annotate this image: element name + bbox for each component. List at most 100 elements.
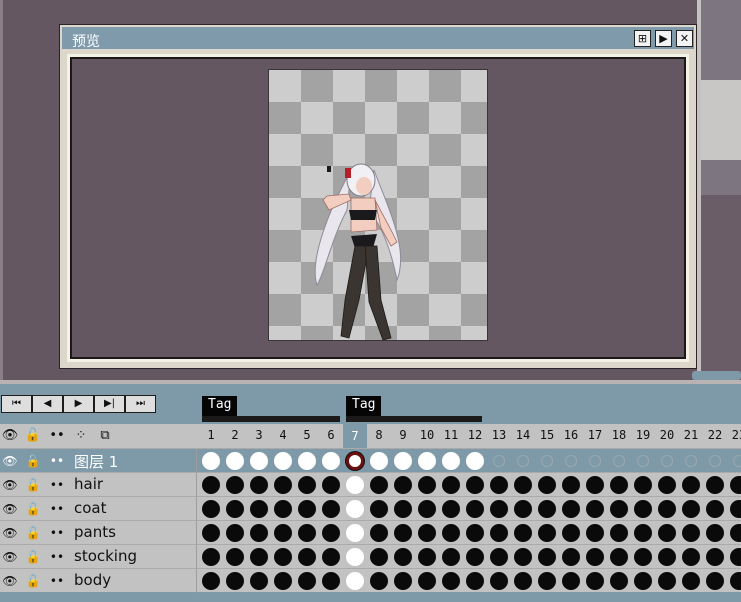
cel-frame-16[interactable] — [562, 500, 580, 518]
cel-frame-23[interactable] — [730, 500, 741, 518]
link-icon[interactable]: •• — [48, 572, 66, 590]
cel-frame-6[interactable] — [322, 476, 340, 494]
cel-frame-1[interactable] — [202, 500, 220, 518]
link-icon[interactable]: •• — [48, 427, 66, 445]
cel-frame-4[interactable] — [274, 548, 292, 566]
cel-frame-4[interactable] — [274, 500, 292, 518]
cel-frame-18[interactable] — [610, 476, 628, 494]
cel-frame-11[interactable] — [442, 524, 460, 542]
cel-frame-20[interactable] — [658, 524, 676, 542]
layer-name[interactable]: stocking — [74, 547, 137, 565]
cel-frame-13[interactable] — [493, 455, 505, 467]
frame-number-10[interactable]: 10 — [415, 428, 439, 442]
lock-icon[interactable]: 🔓 — [24, 476, 42, 494]
cel-frame-18[interactable] — [610, 548, 628, 566]
cel-frame-12[interactable] — [466, 452, 484, 470]
cel-frame-16[interactable] — [562, 548, 580, 566]
eye-icon[interactable]: 👁 — [1, 524, 19, 542]
cel-frame-7[interactable] — [346, 476, 364, 494]
cel-frame-17[interactable] — [589, 455, 601, 467]
layer-name[interactable]: 图层 1 — [74, 451, 118, 472]
cel-frame-6[interactable] — [322, 548, 340, 566]
cel-frame-22[interactable] — [706, 524, 724, 542]
cel-frame-12[interactable] — [466, 524, 484, 542]
cel-frame-17[interactable] — [586, 548, 604, 566]
cel-frame-6[interactable] — [322, 452, 340, 470]
cel-frame-11[interactable] — [442, 500, 460, 518]
cel-frame-2[interactable] — [226, 548, 244, 566]
eye-icon[interactable]: 👁 — [1, 572, 19, 590]
layer-name[interactable]: hair — [74, 475, 103, 493]
cel-frame-21[interactable] — [682, 572, 700, 590]
eye-icon[interactable]: 👁 — [1, 500, 19, 518]
tag-range-1[interactable] — [202, 416, 340, 422]
cel-frame-17[interactable] — [586, 500, 604, 518]
cel-frame-19[interactable] — [634, 548, 652, 566]
cel-frame-1[interactable] — [202, 524, 220, 542]
link-icon[interactable]: •• — [48, 452, 66, 470]
frame-number-7[interactable]: 7 — [343, 424, 367, 448]
cel-frame-7[interactable] — [346, 500, 364, 518]
frame-number-17[interactable]: 17 — [583, 428, 607, 442]
cel-frame-17[interactable] — [586, 476, 604, 494]
cel-frame-21[interactable] — [685, 455, 697, 467]
cel-frame-10[interactable] — [418, 476, 436, 494]
close-preview-button[interactable]: ✕ — [676, 30, 693, 47]
cel-frame-6[interactable] — [322, 500, 340, 518]
link-icon[interactable]: •• — [48, 548, 66, 566]
cel-frame-22[interactable] — [706, 572, 724, 590]
cel-frame-18[interactable] — [610, 500, 628, 518]
frame-number-22[interactable]: 22 — [703, 428, 727, 442]
cel-frame-6[interactable] — [322, 572, 340, 590]
cel-frame-22[interactable] — [706, 500, 724, 518]
tag-label-1[interactable]: Tag — [202, 396, 238, 416]
lock-icon[interactable]: 🔓 — [24, 524, 42, 542]
cel-frame-2[interactable] — [226, 524, 244, 542]
cel-frame-5[interactable] — [298, 548, 316, 566]
cel-frame-5[interactable] — [298, 572, 316, 590]
cel-frame-2[interactable] — [226, 476, 244, 494]
cel-frame-13[interactable] — [490, 572, 508, 590]
cel-frame-16[interactable] — [562, 524, 580, 542]
horizontal-scrollbar[interactable] — [692, 371, 741, 380]
cel-frame-20[interactable] — [658, 548, 676, 566]
cel-frame-21[interactable] — [682, 500, 700, 518]
cel-frame-10[interactable] — [418, 500, 436, 518]
cel-frame-7[interactable] — [346, 452, 364, 470]
preview-canvas[interactable] — [70, 57, 686, 359]
layer-row[interactable]: 👁 🔓 •• pants — [0, 520, 741, 545]
cel-frame-5[interactable] — [298, 476, 316, 494]
cel-frame-10[interactable] — [418, 548, 436, 566]
cel-frame-14[interactable] — [514, 476, 532, 494]
cel-frame-23[interactable] — [730, 524, 741, 542]
cel-frame-18[interactable] — [610, 524, 628, 542]
tag-label-2[interactable]: Tag — [346, 396, 382, 416]
cel-frame-15[interactable] — [541, 455, 553, 467]
layer-row[interactable]: 👁 🔓 •• stocking — [0, 544, 741, 569]
cel-frame-3[interactable] — [250, 452, 268, 470]
cel-frame-17[interactable] — [586, 524, 604, 542]
cel-frame-23[interactable] — [730, 548, 741, 566]
frame-number-9[interactable]: 9 — [391, 428, 415, 442]
frame-number-3[interactable]: 3 — [247, 428, 271, 442]
cel-frame-12[interactable] — [466, 572, 484, 590]
cel-frame-13[interactable] — [490, 524, 508, 542]
cel-frame-19[interactable] — [634, 476, 652, 494]
cel-frame-21[interactable] — [682, 548, 700, 566]
cel-frame-20[interactable] — [658, 500, 676, 518]
layer-row[interactable]: 👁 🔓 •• 图层 1 — [0, 448, 741, 473]
cel-frame-20[interactable] — [658, 476, 676, 494]
frame-number-1[interactable]: 1 — [199, 428, 223, 442]
eye-icon[interactable]: 👁 — [1, 452, 19, 470]
cel-frame-8[interactable] — [370, 452, 388, 470]
prev-frame-button[interactable]: ◀ — [32, 395, 63, 413]
cel-frame-13[interactable] — [490, 548, 508, 566]
cel-frame-19[interactable] — [634, 500, 652, 518]
cel-frame-4[interactable] — [274, 572, 292, 590]
cel-frame-5[interactable] — [298, 500, 316, 518]
cel-frame-8[interactable] — [370, 548, 388, 566]
cel-frame-20[interactable] — [661, 455, 673, 467]
cel-frame-15[interactable] — [538, 572, 556, 590]
cel-frame-10[interactable] — [418, 572, 436, 590]
cel-frame-1[interactable] — [202, 572, 220, 590]
